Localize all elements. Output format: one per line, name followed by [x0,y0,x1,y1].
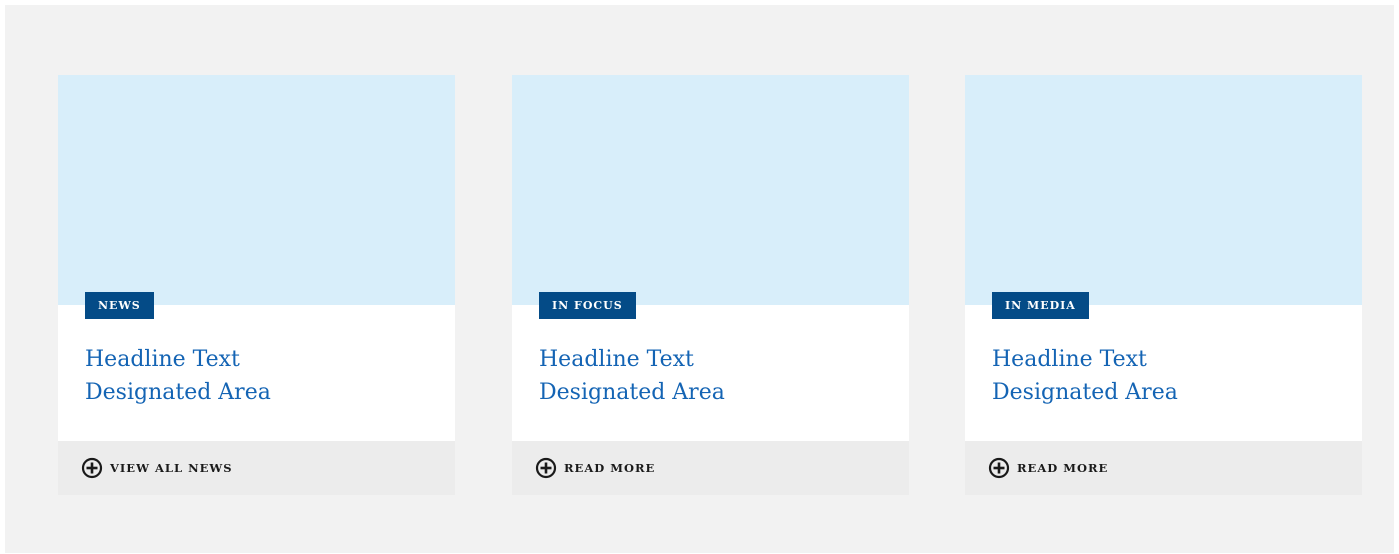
card-headline[interactable]: Headline Text Designated Area [992,343,1332,409]
category-tag: IN MEDIA [992,292,1089,319]
headline-line-2[interactable]: Designated Area [539,380,725,405]
read-more-link[interactable]: READ MORE [988,441,1108,495]
card-footer: READ MORE [512,441,909,495]
card-image-placeholder [58,75,455,305]
card-image-placeholder [965,75,1362,305]
category-tag: NEWS [85,292,154,319]
card-footer: READ MORE [965,441,1362,495]
link-label: VIEW ALL NEWS [110,461,233,475]
link-label: READ MORE [1017,461,1109,475]
card-headline[interactable]: Headline Text Designated Area [539,343,879,409]
content-panel: NEWS Headline Text Designated Area VIEW … [5,5,1394,553]
view-all-news-link[interactable]: VIEW ALL NEWS [81,441,233,495]
card-image-placeholder [512,75,909,305]
headline-line-2[interactable]: Designated Area [992,380,1178,405]
headline-line-2[interactable]: Designated Area [85,380,271,405]
read-more-link[interactable]: READ MORE [535,441,655,495]
card-footer: VIEW ALL NEWS [58,441,455,495]
card-in-media: IN MEDIA Headline Text Designated Area R… [965,75,1362,495]
category-tag: IN FOCUS [539,292,636,319]
card-headline[interactable]: Headline Text Designated Area [85,343,425,409]
headline-line-1[interactable]: Headline Text [539,347,694,372]
plus-circle-icon [81,457,103,479]
plus-circle-icon [535,457,557,479]
headline-line-1[interactable]: Headline Text [992,347,1147,372]
card-news: NEWS Headline Text Designated Area VIEW … [58,75,455,495]
headline-line-1[interactable]: Headline Text [85,347,240,372]
card-in-focus: IN FOCUS Headline Text Designated Area R… [512,75,909,495]
link-label: READ MORE [564,461,656,475]
plus-circle-icon [988,457,1010,479]
